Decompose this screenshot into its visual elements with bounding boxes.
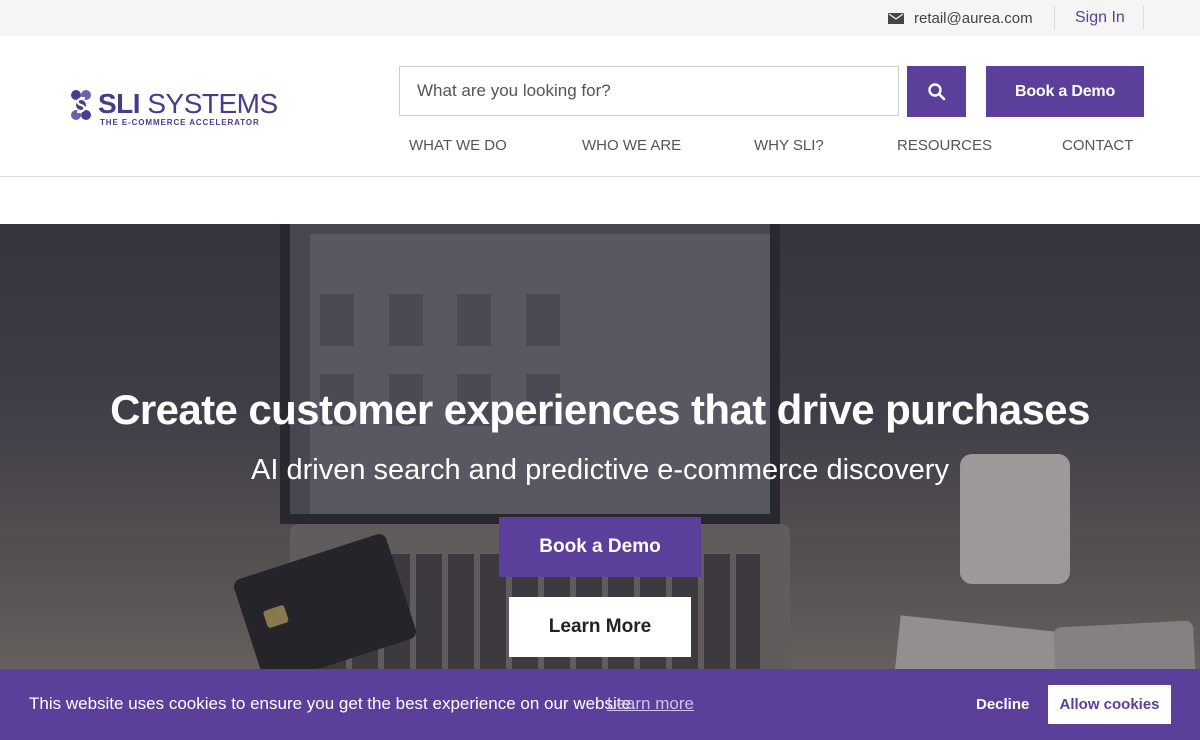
search-input[interactable] (399, 66, 899, 116)
book-demo-button-header[interactable]: Book a Demo (986, 66, 1144, 117)
nav-item-who-we-are[interactable]: WHO WE ARE (582, 137, 681, 154)
cookie-consent-bar: This website uses cookies to ensure you … (0, 669, 1200, 740)
nav-item-contact[interactable]: CONTACT (1062, 137, 1133, 154)
envelope-icon (888, 13, 904, 24)
logo-mark-icon (71, 90, 91, 120)
nav-item-resources[interactable]: RESOURCES (897, 137, 992, 154)
logo-wordmark: SLI SYSTEMS (98, 88, 278, 119)
cookie-allow-button[interactable]: Allow cookies (1048, 685, 1171, 724)
learn-more-button[interactable]: Learn More (509, 597, 691, 657)
book-demo-button-hero[interactable]: Book a Demo (499, 517, 701, 577)
hero-section: Create customer experiences that drive p… (0, 224, 1200, 740)
site-header: SLI SYSTEMS THE E-COMMERCE ACCELERATOR B… (0, 36, 1200, 177)
email-text[interactable]: retail@aurea.com (914, 10, 1033, 27)
hero-subheadline: AI driven search and predictive e-commer… (251, 454, 949, 486)
divider (1054, 6, 1055, 30)
search-button[interactable] (907, 66, 966, 117)
nav-item-what-we-do[interactable]: WHAT WE DO (409, 137, 507, 154)
sign-in-link[interactable]: Sign In (1075, 9, 1125, 27)
cookie-learn-more-link[interactable]: Learn more (607, 694, 694, 714)
sli-systems-logo[interactable]: SLI SYSTEMS THE E-COMMERCE ACCELERATOR (68, 86, 278, 128)
top-utility-bar: retail@aurea.com Sign In (0, 0, 1200, 36)
search-icon (927, 82, 945, 100)
hero-headline: Create customer experiences that drive p… (110, 386, 1090, 433)
cookie-decline-button[interactable]: Decline (976, 696, 1029, 713)
nav-item-why-sli[interactable]: WHY SLI? (754, 137, 824, 154)
logo-tagline: THE E-COMMERCE ACCELERATOR (100, 118, 260, 127)
main-nav: WHAT WE DO WHO WE ARE WHY SLI? RESOURCES… (0, 137, 1200, 157)
email-contact[interactable]: retail@aurea.com (888, 10, 1033, 27)
cookie-message: This website uses cookies to ensure you … (29, 694, 636, 713)
divider (1143, 6, 1144, 30)
